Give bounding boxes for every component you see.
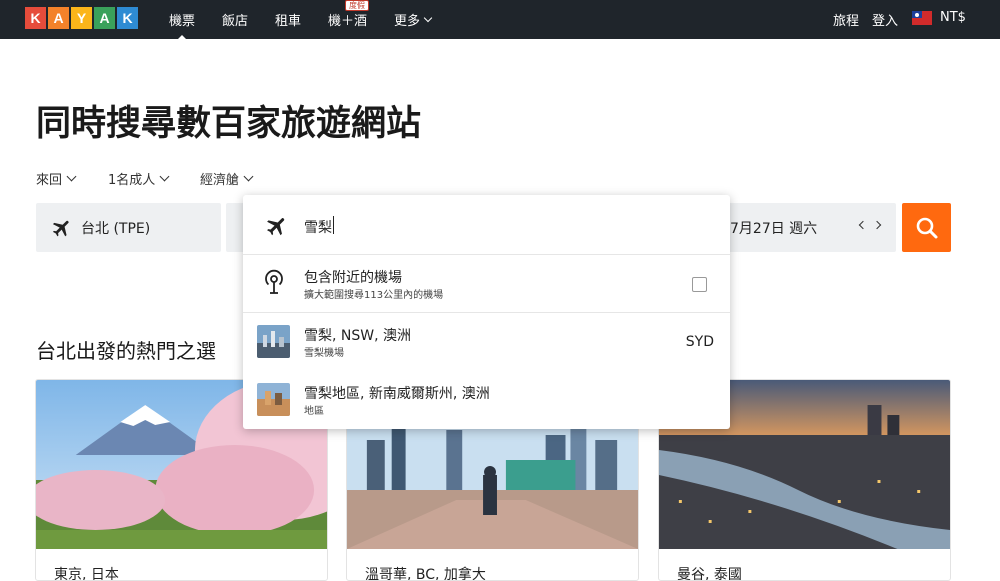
result-title: 雪梨地區, 新南威爾斯州, 澳洲 [304,386,490,402]
airport-code: SYD [685,334,714,350]
trip-type-select[interactable]: 來回 [36,169,77,188]
date-field[interactable]: 7月27日 週六 [728,203,896,252]
nav-flights[interactable]: 機票 [169,10,195,41]
destination-name: 曼谷, 泰國 [677,567,742,581]
date-value: 7月27日 週六 [730,220,818,237]
nav-packages[interactable]: 機＋酒 [328,10,367,29]
cabin-select[interactable]: 經濟艙 [200,169,254,188]
result-row-sydney-region[interactable]: 雪梨地區, 新南威爾斯州, 澳洲 地區 [243,371,730,429]
currency-selector[interactable]: NT$ [940,10,966,25]
page-title: 同時搜尋數百家旅遊網站 [36,104,422,144]
result-subtitle: 雪梨機場 [304,348,344,359]
nav-hotels[interactable]: 飯店 [222,10,248,29]
travelers-label: 1名成人 [108,173,156,188]
chevron-down-icon [243,171,254,182]
popular-section-title: 台北出發的熱門之選 [36,339,216,363]
sydney-region-thumbnail [257,383,290,416]
nav-trips[interactable]: 旅程 [833,10,859,29]
chevron-right-icon[interactable] [872,220,882,230]
logo-letter-a2: A [94,7,115,29]
origin-field[interactable]: 台北 (TPE) [36,203,221,252]
destination-name: 東京, 日本 [54,567,119,581]
nav-more-label: 更多 [394,14,421,29]
sydney-thumbnail [257,325,290,358]
chevron-down-icon [159,171,170,182]
nav-more[interactable]: 更多 [394,10,433,29]
trip-type-label: 來回 [36,173,63,188]
taiwan-flag-icon[interactable] [912,11,932,25]
chevron-down-icon [423,13,433,23]
search-icon [916,217,937,238]
cabin-label: 經濟艙 [200,173,240,188]
logo-letter-y: Y [71,7,92,29]
result-subtitle: 地區 [304,406,324,417]
destination-input-row[interactable]: 雪梨 [243,195,730,255]
logo-letter-k2: K [117,7,138,29]
top-nav: K A Y A K 機票 飯店 租車 度假 機＋酒 更多 旅程 登入 NT$ [0,0,1000,41]
text-caret [333,216,334,234]
nav-cars[interactable]: 租車 [275,10,301,29]
nearby-airports-option[interactable]: 包含附近的機場 擴大範圍搜尋113公里內的機場 [243,255,730,313]
kayak-logo[interactable]: K A Y A K [25,7,138,29]
destination-input[interactable]: 雪梨 [304,217,604,237]
travelers-select[interactable]: 1名成人 [108,169,170,188]
destination-name: 溫哥華, BC, 加拿大 [365,567,486,581]
plane-icon [267,218,285,236]
nearby-title: 包含附近的機場 [304,270,402,286]
nearby-subtitle: 擴大範圍搜尋113公里內的機場 [304,290,444,301]
chevron-down-icon [66,171,77,182]
radar-icon [265,269,283,294]
nearby-checkbox[interactable] [692,277,707,292]
nav-login[interactable]: 登入 [872,10,898,29]
result-title: 雪梨, NSW, 澳洲 [304,328,412,344]
chevron-left-icon[interactable] [858,220,868,230]
destination-autocomplete: 雪梨 包含附近的機場 擴大範圍搜尋113公里內的機場 雪梨, NSW, 澳洲 雪… [243,195,730,429]
search-button[interactable] [902,203,951,252]
result-row-syd[interactable]: 雪梨, NSW, 澳洲 雪梨機場 SYD [243,313,730,371]
logo-letter-a: A [48,7,69,29]
plane-icon [52,220,69,236]
origin-value: 台北 (TPE) [81,220,151,237]
logo-letter-k: K [25,7,46,29]
